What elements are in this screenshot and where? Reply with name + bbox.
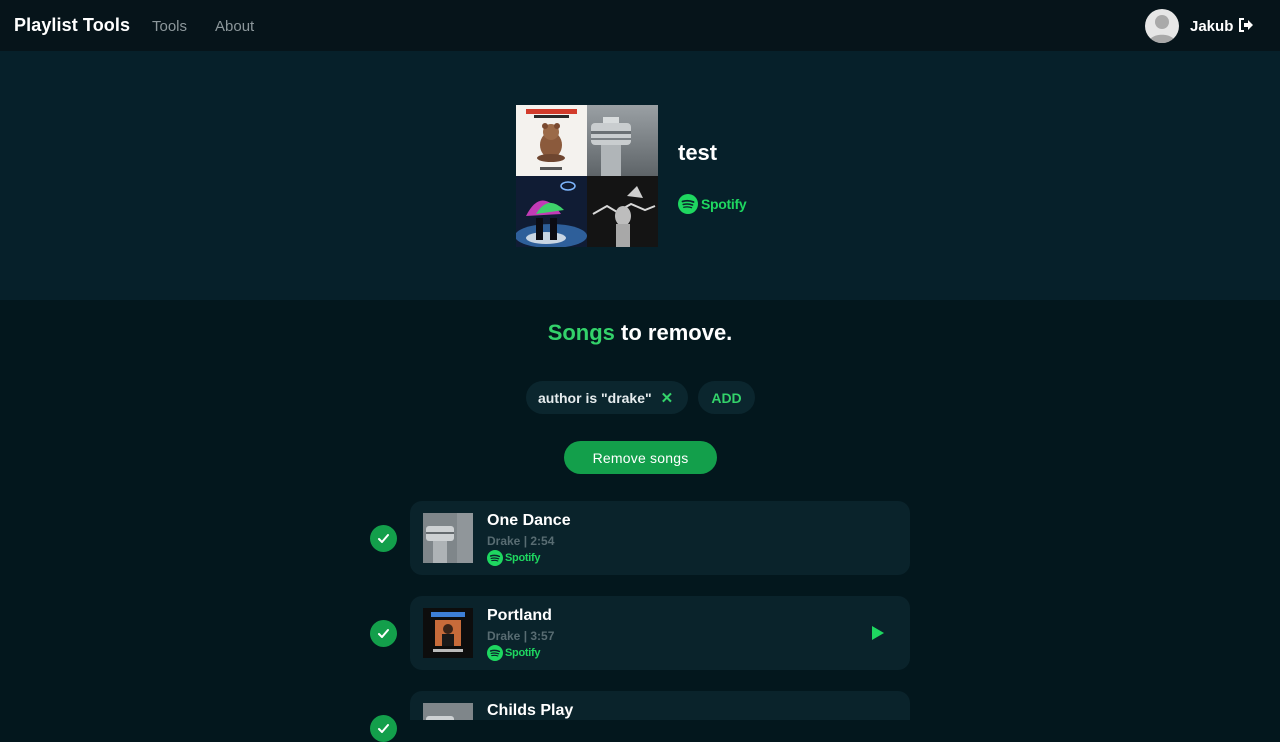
album-cover-image — [516, 176, 587, 247]
song-row[interactable]: One Dance Drake | 2:54 Spotify — [410, 501, 910, 575]
section-title-rest: to remove. — [614, 320, 733, 345]
remove-songs-button[interactable]: Remove songs — [564, 441, 717, 474]
nav-link-about[interactable]: About — [215, 18, 254, 35]
source-label: Spotify — [505, 647, 541, 659]
playlist-cover-mosaic — [516, 105, 658, 247]
add-filter-button[interactable]: ADD — [698, 381, 755, 414]
spotify-icon — [487, 645, 503, 661]
check-icon — [378, 534, 389, 543]
song-check-toggle[interactable] — [370, 620, 397, 647]
song-meta: Drake | 3:57 — [487, 629, 555, 643]
play-icon[interactable] — [870, 625, 886, 641]
source-label: Spotify — [505, 552, 541, 564]
section-title: Songs to remove. — [0, 320, 1280, 346]
close-icon[interactable]: ✕ — [661, 389, 674, 407]
song-row[interactable]: Childs Play — [410, 691, 910, 720]
check-icon — [378, 724, 389, 733]
top-nav: Playlist Tools Tools About Jakub — [0, 0, 1280, 51]
song-thumbnail — [423, 513, 473, 563]
song-source: Spotify — [487, 645, 540, 661]
song-row[interactable]: Portland Drake | 3:57 Spotify — [410, 596, 910, 670]
song-title: Portland — [487, 607, 552, 624]
song-source: Spotify — [487, 550, 540, 566]
user-avatar-icon — [1148, 15, 1176, 43]
song-thumbnail — [423, 703, 473, 720]
spotify-logo: Spotify — [678, 193, 747, 215]
spotify-icon — [487, 550, 503, 566]
check-icon — [378, 629, 389, 638]
spotify-icon — [678, 194, 698, 214]
album-cover-image — [587, 105, 658, 176]
source-label: Spotify — [701, 196, 747, 212]
song-title: One Dance — [487, 512, 571, 529]
song-thumbnail — [423, 608, 473, 658]
user-name: Jakub — [1190, 18, 1234, 35]
song-title: Childs Play — [487, 702, 574, 719]
song-check-toggle[interactable] — [370, 715, 397, 742]
section-title-accent: Songs — [547, 320, 615, 345]
playlist-name: test — [678, 140, 718, 165]
avatar[interactable] — [1145, 9, 1179, 43]
song-meta: Drake | 2:54 — [487, 534, 555, 548]
song-check-toggle[interactable] — [370, 525, 397, 552]
logout-icon[interactable] — [1238, 18, 1256, 34]
brand-title[interactable]: Playlist Tools — [14, 15, 130, 36]
album-cover-image — [516, 105, 587, 176]
filter-chip-label: author is "drake" — [538, 389, 652, 406]
playlist-header: test Spotify — [0, 51, 1280, 300]
filter-chip[interactable]: author is "drake" ✕ — [526, 381, 688, 414]
nav-link-tools[interactable]: Tools — [152, 18, 187, 35]
album-cover-image — [587, 176, 658, 247]
